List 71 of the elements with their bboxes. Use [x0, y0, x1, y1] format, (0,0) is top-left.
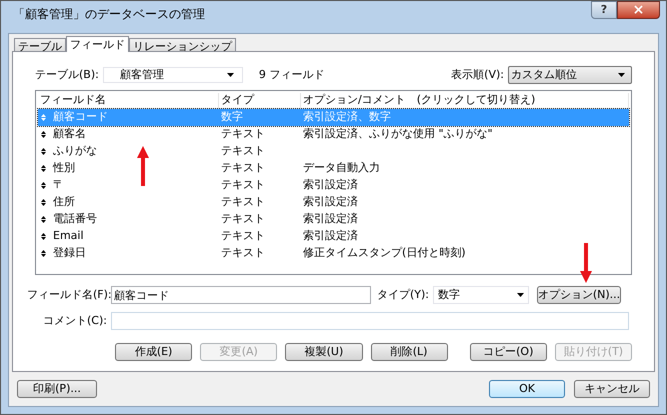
down-arrow-icon — [580, 243, 592, 283]
action-button[interactable]: 複製(U) — [285, 343, 363, 361]
field-name-cell-text: 電話番号 — [53, 211, 97, 228]
type-cell-text: テキスト — [220, 126, 266, 142]
reorder-handle-icon[interactable] — [41, 114, 46, 121]
field-name-cell-text: 〒 — [53, 177, 64, 194]
type-cell-text: テキスト — [220, 228, 266, 244]
field-name-cell-text: 住所 — [53, 194, 75, 210]
options-cell-text: 修正タイムスタンプ(日付と時刻) — [302, 245, 466, 262]
field-name-cell-text: ふりがな — [53, 143, 97, 160]
options-cell-text: 索引設定済、数字 — [302, 109, 391, 126]
type-cell-text: テキスト — [220, 211, 266, 228]
dropdown-caret-icon — [517, 293, 524, 297]
tab[interactable]: フィールド — [66, 36, 129, 52]
reorder-handle-icon[interactable] — [41, 148, 46, 155]
options-cell-text: 索引設定済 — [302, 194, 358, 210]
reorder-handle-icon[interactable] — [41, 182, 46, 189]
field-row[interactable]: 性別 テキスト データ自動入力 — [38, 160, 629, 177]
field-name-cell-text: 登録日 — [53, 245, 86, 262]
table-dropdown[interactable]: 顧客管理 — [102, 67, 243, 83]
type-cell-text: テキスト — [220, 177, 266, 194]
tab[interactable]: リレーションシップ — [129, 38, 236, 52]
options-button[interactable]: オプション(N)... — [537, 286, 622, 304]
options-cell-text: 索引設定済 — [302, 211, 358, 228]
field-name-cell-text: Email — [53, 228, 84, 244]
up-arrow-icon — [137, 146, 149, 186]
options-cell-text: 索引設定済 — [302, 228, 358, 244]
reorder-handle-icon[interactable] — [41, 216, 46, 223]
options-cell-text: 索引設定済、ふりがな使用 "ふりがな" — [302, 126, 493, 142]
field-name-cell-text: 顧客名 — [53, 126, 86, 142]
action-button[interactable]: コピー(O) — [470, 343, 547, 361]
print-button[interactable]: 印刷(P)... — [17, 380, 97, 398]
field-name-cell-text: 性別 — [53, 160, 75, 176]
window-title: 「顧客管理」のデータベースの管理 — [13, 6, 205, 23]
reorder-handle-icon[interactable] — [41, 165, 46, 172]
sort-label: 表示順(V): — [451, 66, 504, 83]
comment-label: コメント(C): — [42, 312, 107, 329]
help-button[interactable]: ? — [591, 1, 617, 19]
dialog-button[interactable]: キャンセル — [574, 380, 650, 398]
action-button[interactable]: 削除(L) — [370, 343, 448, 361]
field-row[interactable]: 登録日 テキスト 修正タイムスタンプ(日付と時刻) — [38, 245, 629, 262]
options-cell-text: 索引設定済 — [302, 177, 358, 194]
field-row[interactable]: 電話番号 テキスト 索引設定済 — [38, 211, 629, 228]
field-row[interactable]: 顧客名 テキスト 索引設定済、ふりがな使用 "ふりがな" — [38, 126, 629, 143]
type-dropdown[interactable]: 数字 — [433, 286, 530, 304]
dropdown-caret-icon — [226, 73, 234, 77]
table-label: テーブル(B): — [35, 66, 99, 83]
reorder-handle-icon[interactable] — [41, 199, 46, 206]
field-row[interactable]: Email テキスト 索引設定済 — [38, 228, 629, 245]
type-cell-text: テキスト — [220, 143, 266, 160]
tab[interactable]: テーブル — [14, 38, 66, 52]
type-cell-text: 数字 — [220, 109, 244, 126]
field-row[interactable]: 住所 テキスト 索引設定済 — [38, 194, 629, 211]
field-row[interactable]: ふりがな テキスト — [38, 143, 629, 160]
reorder-handle-icon[interactable] — [41, 131, 46, 138]
type-cell-text: テキスト — [220, 194, 266, 210]
reorder-handle-icon[interactable] — [41, 233, 46, 240]
field-name-input[interactable]: 顧客コード — [111, 286, 371, 304]
dialog-button[interactable]: OK — [489, 380, 565, 398]
comment-input[interactable] — [111, 312, 629, 330]
type-cell-text: テキスト — [220, 245, 266, 262]
action-button[interactable]: 作成(E) — [115, 343, 192, 361]
reorder-handle-icon[interactable] — [41, 250, 46, 257]
options-cell-text: データ自動入力 — [302, 160, 380, 176]
type-cell-text: テキスト — [220, 160, 266, 176]
field-row[interactable]: 〒 テキスト 索引設定済 — [38, 177, 629, 194]
dropdown-caret-icon — [618, 73, 625, 77]
sort-dropdown[interactable]: カスタム順位 — [508, 66, 632, 84]
field-name-cell-text: 顧客コード — [53, 109, 108, 126]
type-label: タイプ(Y): — [377, 286, 430, 303]
field-count: 9 フィールド — [258, 66, 324, 83]
